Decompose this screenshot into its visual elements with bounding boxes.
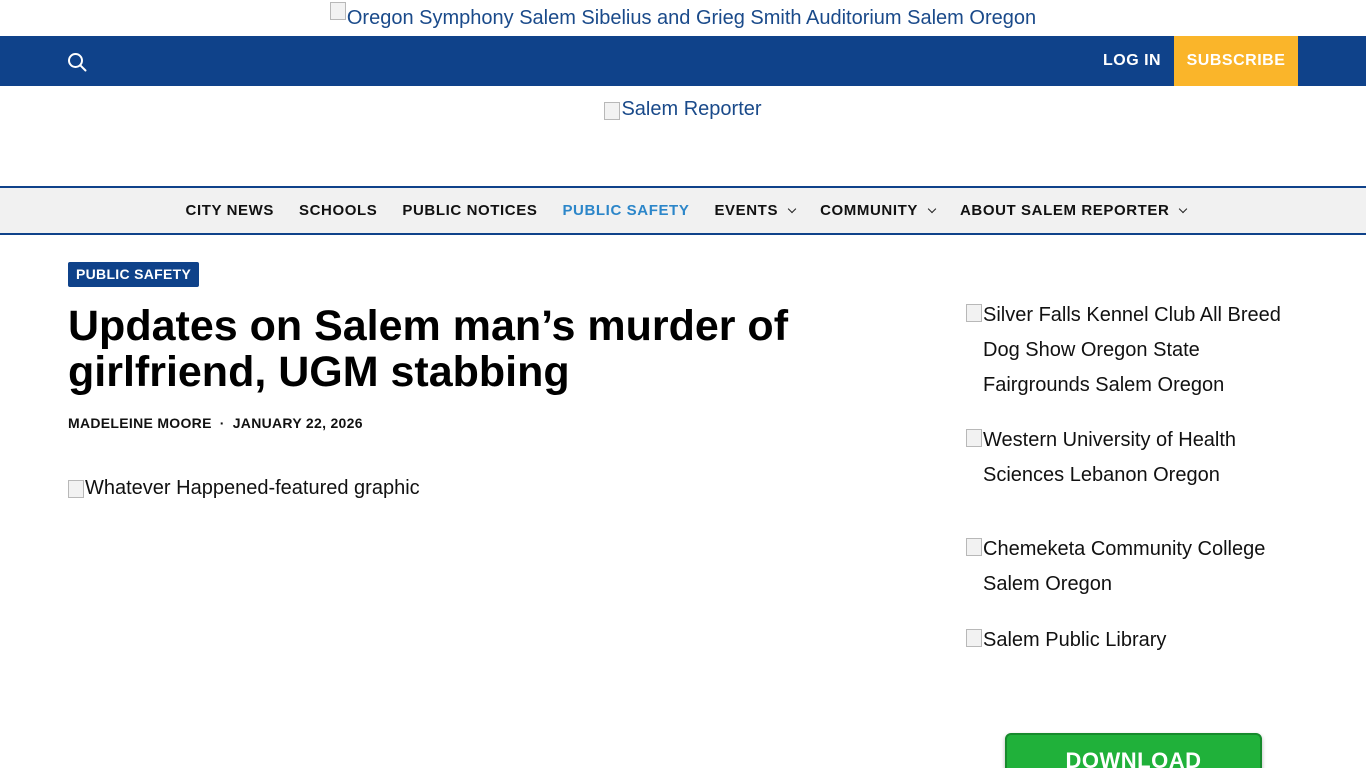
site-logo-image[interactable]: Salem Reporter	[604, 101, 762, 120]
category-badge[interactable]: PUBLIC SAFETY	[68, 262, 200, 287]
chevron-down-icon	[927, 204, 937, 213]
nav-item-schools[interactable]: SCHOOLS	[299, 202, 377, 219]
top-banner-ad[interactable]: Oregon Symphony Salem Sibelius and Grieg…	[0, 0, 1366, 36]
top-banner-ad-image[interactable]: Oregon Symphony Salem Sibelius and Grieg…	[329, 0, 1036, 36]
download-button[interactable]: DOWNLOAD	[1005, 733, 1262, 768]
main-nav: CITY NEWS SCHOOLS PUBLIC NOTICES PUBLIC …	[0, 186, 1366, 235]
nav-item-about[interactable]: ABOUT SALEM REPORTER	[959, 202, 1188, 219]
nav-item-community[interactable]: COMMUNITY	[820, 202, 937, 219]
byline-separator: ·	[219, 415, 225, 431]
sidebar-ad[interactable]: Chemeketa Community College Salem Oregon	[966, 532, 1306, 602]
sidebar-ad[interactable]: Salem Public Library	[966, 623, 1306, 658]
featured-image-alt: Whatever Happened-featured graphic	[68, 477, 420, 500]
nav-item-label: EVENTS	[714, 202, 779, 219]
header-bar: LOG IN SUBSCRIBE	[0, 36, 1366, 86]
nav-item-label: SCHOOLS	[299, 202, 378, 219]
nav-item-label: PUBLIC NOTICES	[402, 202, 538, 219]
article-title: Updates on Salem man’s murder of girlfri…	[68, 302, 789, 396]
nav-item-label: ABOUT SALEM REPORTER	[959, 202, 1170, 219]
featured-image: Whatever Happened-featured graphic	[68, 477, 420, 500]
sidebar-ad[interactable]: Western University of Health Sciences Le…	[966, 423, 1306, 493]
nav-item-label: PUBLIC SAFETY	[562, 202, 690, 219]
nav-item-city-news[interactable]: CITY NEWS	[186, 202, 274, 219]
nav-item-public-notices[interactable]: PUBLIC NOTICES	[402, 202, 537, 219]
login-button[interactable]: LOG IN	[1090, 36, 1174, 86]
search-icon[interactable]	[67, 52, 87, 72]
chevron-down-icon	[1179, 204, 1188, 213]
subscribe-button[interactable]: SUBSCRIBE	[1174, 36, 1298, 86]
sidebar-ad-image[interactable]: Western University of Health Sciences Le…	[966, 423, 1306, 493]
nav-item-events[interactable]: EVENTS	[714, 202, 797, 219]
site-logo[interactable]: Salem Reporter	[0, 101, 1366, 127]
byline: MADELEINE MOORE · JANUARY 22, 2026	[68, 415, 363, 431]
publish-date: JANUARY 22, 2026	[232, 415, 363, 431]
sidebar-ad-image[interactable]: Silver Falls Kennel Club All Breed Dog S…	[966, 298, 1306, 403]
sidebar-ad-image[interactable]: Salem Public Library	[966, 623, 1166, 658]
chevron-down-icon	[787, 204, 797, 213]
author-link[interactable]: MADELEINE MOORE	[68, 415, 212, 431]
nav-item-label: CITY NEWS	[185, 202, 274, 219]
nav-item-label: COMMUNITY	[820, 202, 918, 219]
sidebar-ad-image[interactable]: Chemeketa Community College Salem Oregon	[966, 532, 1306, 602]
sidebar-ad[interactable]: Silver Falls Kennel Club All Breed Dog S…	[966, 298, 1306, 403]
nav-item-public-safety[interactable]: PUBLIC SAFETY	[562, 202, 689, 219]
